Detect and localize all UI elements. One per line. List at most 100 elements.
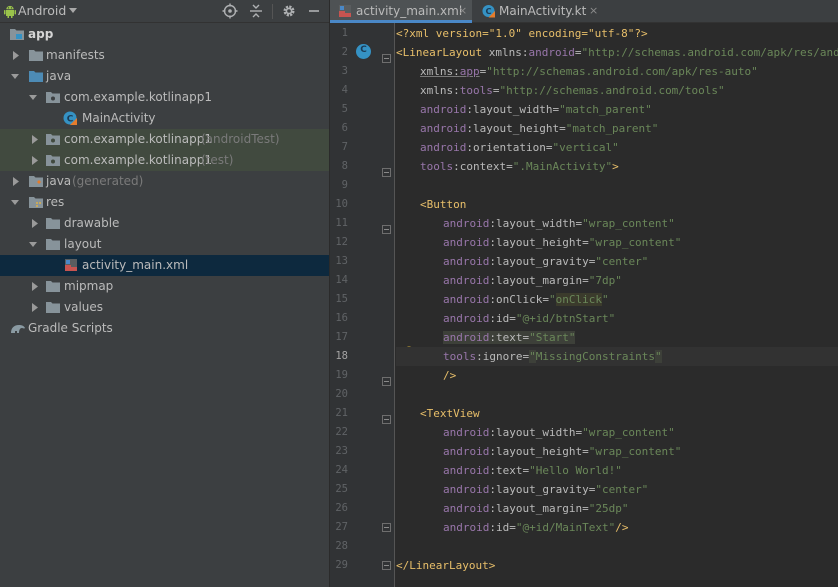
gradle-icon — [11, 325, 25, 333]
collapse-all-icon[interactable] — [248, 3, 264, 19]
fold-icon[interactable] — [382, 54, 391, 63]
chevron-right-icon[interactable] — [12, 51, 20, 60]
tree-item-manifests[interactable]: manifests — [0, 45, 329, 66]
code-line-16: android:id="@+id/btnStart" — [443, 312, 616, 325]
android-icon — [4, 5, 16, 18]
code-line-12: android:layout_height="wrap_content" — [443, 236, 682, 249]
code-line-17: android:text="Start" — [443, 331, 576, 344]
chevron-right-icon[interactable] — [31, 219, 39, 228]
line-number: 2 — [341, 46, 348, 58]
tree-label: com.example.kotlinapp1 — [64, 132, 212, 146]
line-number: 26 — [335, 502, 348, 514]
fold-icon[interactable] — [382, 225, 391, 234]
tree-label: layout — [64, 237, 102, 251]
folder-icon — [46, 218, 60, 229]
class-gutter-icon[interactable]: C — [356, 44, 371, 59]
module-folder-icon — [10, 29, 24, 40]
tree-label: drawable — [64, 216, 120, 230]
tree-item-drawable[interactable]: drawable — [0, 213, 329, 234]
header-divider — [272, 4, 273, 19]
tree-label: com.example.kotlinapp1 — [64, 153, 212, 167]
chevron-right-icon[interactable] — [31, 282, 39, 291]
tab-main-activity-kt[interactable]: C MainActivity.kt × — [473, 0, 605, 23]
line-number: 5 — [341, 103, 348, 115]
source-folder-icon — [29, 71, 43, 82]
tree-label: values — [64, 300, 104, 314]
code-line-15: android:onClick="onClick" — [443, 293, 609, 306]
project-panel-header: Android — [0, 0, 329, 23]
package-icon — [46, 134, 60, 145]
fold-icon[interactable] — [382, 561, 391, 570]
tree-item-package[interactable]: com.example.kotlinapp1 — [0, 87, 329, 108]
folder-icon — [29, 50, 43, 61]
folder-icon — [46, 302, 60, 313]
fold-icon[interactable] — [382, 523, 391, 532]
tree-item-layout[interactable]: layout — [0, 234, 329, 255]
tree-item-res[interactable]: res — [0, 192, 329, 213]
tree-label: MainActivity — [82, 111, 156, 125]
chevron-down-icon[interactable] — [69, 8, 77, 13]
tree-item-mipmap[interactable]: mipmap — [0, 276, 329, 297]
line-number: 11 — [335, 217, 348, 229]
line-number: 20 — [335, 388, 348, 400]
tab-label: MainActivity.kt — [499, 4, 587, 18]
fold-icon[interactable] — [382, 168, 391, 177]
tree-label: res — [46, 195, 65, 209]
code-line-8: tools:context=".MainActivity"> — [420, 160, 619, 173]
editor-tab-bar: activity_main.xml × C MainActivity.kt × — [330, 0, 838, 23]
chevron-right-icon[interactable] — [31, 135, 39, 144]
close-icon[interactable]: × — [589, 4, 598, 17]
locate-icon[interactable] — [222, 3, 238, 19]
chevron-down-icon[interactable] — [11, 72, 19, 81]
tree-item-gradle-scripts[interactable]: Gradle Scripts — [0, 318, 329, 339]
tree-item-package-test[interactable]: com.example.kotlinapp1 (test) — [0, 150, 329, 171]
code-editor[interactable]: <?xml version="1.0" encoding="utf-8"?> <… — [396, 23, 838, 587]
chevron-down-icon[interactable] — [11, 198, 19, 207]
chevron-right-icon[interactable] — [31, 303, 39, 312]
svg-text:C: C — [485, 6, 491, 16]
code-line-11: android:layout_width="wrap_content" — [443, 217, 675, 230]
tree-item-app[interactable]: app — [0, 24, 329, 45]
line-number: 28 — [335, 540, 348, 552]
code-line-24: android:text="Hello World!" — [443, 464, 622, 477]
code-line-23: android:layout_height="wrap_content" — [443, 445, 682, 458]
tree-suffix: (generated) — [72, 174, 144, 188]
line-number: 8 — [341, 160, 348, 172]
line-number: 17 — [335, 331, 348, 343]
folder-icon — [46, 281, 60, 292]
kotlin-class-icon: C — [63, 111, 77, 125]
tree-item-java-generated[interactable]: java (generated) — [0, 171, 329, 192]
tree-label: activity_main.xml — [82, 258, 189, 272]
line-number: 1 — [341, 27, 348, 39]
chevron-down-icon[interactable] — [29, 240, 37, 249]
line-number: 13 — [335, 255, 348, 267]
editor-gutter: 1 2 3 4 5 6 7 8 9 10 11 12 13 14 15 16 17 18 19 20 21 22 23 24 2… — [330, 23, 395, 587]
code-line-29: </LinearLayout> — [396, 559, 496, 572]
tree-item-package-android-test[interactable]: com.example.kotlinapp1 (androidTest) — [0, 129, 329, 150]
tree-item-activity-main-xml[interactable]: activity_main.xml — [0, 255, 329, 276]
close-icon[interactable]: × — [458, 4, 467, 17]
line-number: 29 — [335, 559, 348, 571]
tree-item-values[interactable]: values — [0, 297, 329, 318]
line-number: 21 — [335, 407, 348, 419]
fold-icon[interactable] — [382, 377, 391, 386]
hide-icon[interactable] — [306, 3, 322, 19]
chevron-down-icon[interactable] — [29, 93, 37, 102]
tree-label: manifests — [46, 48, 105, 62]
line-number: 15 — [335, 293, 348, 305]
code-line-5: android:layout_width="match_parent" — [420, 103, 652, 116]
line-number: 23 — [335, 445, 348, 457]
tab-activity-main-xml[interactable]: activity_main.xml × — [330, 0, 472, 23]
fold-icon[interactable] — [382, 415, 391, 424]
line-number: 10 — [335, 198, 348, 210]
chevron-right-icon[interactable] — [31, 156, 39, 165]
chevron-right-icon[interactable] — [12, 177, 20, 186]
tree-item-main-activity[interactable]: C MainActivity — [0, 108, 329, 129]
settings-icon[interactable] — [281, 3, 297, 19]
line-number: 25 — [335, 483, 348, 495]
tree-label: Gradle Scripts — [28, 321, 113, 335]
line-number: 27 — [335, 521, 348, 533]
code-line-13: android:layout_gravity="center" — [443, 255, 649, 268]
tree-item-java[interactable]: java — [0, 66, 329, 87]
project-view-selector[interactable]: Android — [18, 3, 66, 18]
